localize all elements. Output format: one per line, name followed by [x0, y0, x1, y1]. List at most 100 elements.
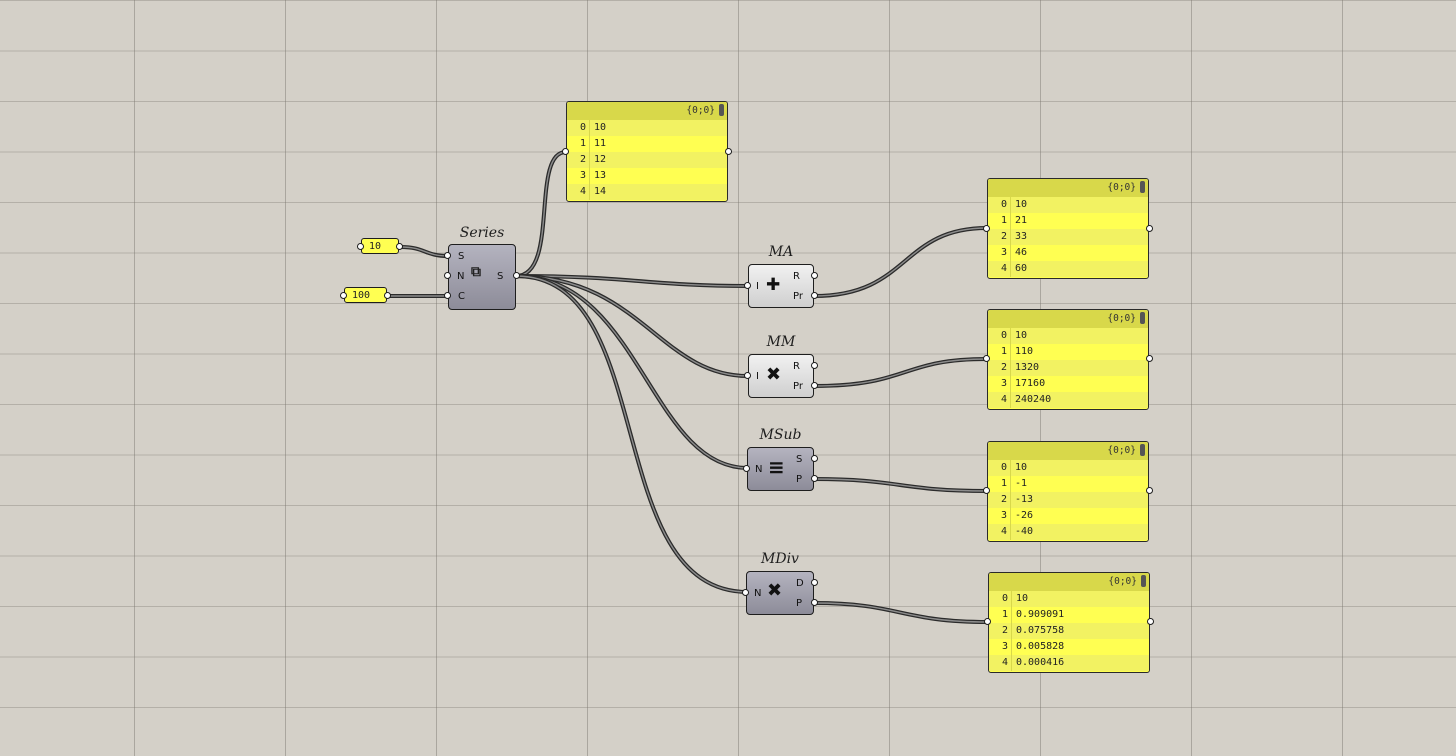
number-slider-start[interactable]: 10	[361, 238, 399, 254]
input-port-n[interactable]: N	[755, 464, 762, 475]
panel-output-grip[interactable]	[1147, 618, 1154, 625]
output-grip[interactable]	[811, 272, 818, 279]
wire-series-to-mm[interactable]	[515, 275, 749, 377]
input-port-n[interactable]: N	[754, 588, 761, 599]
wire-mdiv-to-panel[interactable]	[813, 602, 989, 623]
row-index: 3	[988, 508, 1011, 524]
mass-multiplication-component[interactable]: I R Pr ✖	[748, 354, 814, 398]
wire-outline	[813, 477, 988, 493]
panel-scrollbar[interactable]	[1141, 575, 1146, 587]
output-grip[interactable]	[811, 599, 818, 606]
list-item: 2 12	[567, 152, 727, 168]
series-component[interactable]: S N C S ⧉	[448, 244, 516, 310]
panel-output-grip[interactable]	[1146, 355, 1153, 362]
panel-scrollbar[interactable]	[1140, 312, 1145, 324]
mass-subtraction-component[interactable]: N S P ≡	[747, 447, 814, 491]
output-port-pr[interactable]: Pr	[793, 381, 803, 392]
output-grip[interactable]	[811, 475, 818, 482]
mdiv-title: MDiv	[761, 551, 799, 567]
row-value: 33	[1015, 231, 1028, 242]
panel-input-grip[interactable]	[983, 487, 990, 494]
wire-msub-to-panel[interactable]	[813, 478, 988, 492]
input-grip[interactable]	[444, 252, 451, 259]
output-port-pr[interactable]: Pr	[793, 291, 803, 302]
wires	[388, 150, 989, 624]
output-grip[interactable]	[811, 455, 818, 462]
input-port-i[interactable]: I	[756, 371, 759, 382]
panel-rows: 0 10 1 11 2 12 3 13 4 14	[567, 120, 727, 200]
row-value: 12	[594, 154, 607, 165]
row-index: 1	[988, 213, 1011, 229]
mass-addition-component[interactable]: I R Pr ✚	[748, 264, 814, 308]
panel-output-grip[interactable]	[1146, 225, 1153, 232]
mass-division-component[interactable]: N D P ✖	[746, 571, 814, 615]
panel-mdiv-output[interactable]: {0;0} 0 10 1 0.909091 2 0.075758 3 0.005828 …	[988, 572, 1150, 673]
input-grip[interactable]	[743, 465, 750, 472]
wire-ma-to-panel[interactable]	[813, 227, 988, 297]
output-port-p[interactable]: P	[796, 598, 802, 609]
input-grip[interactable]	[742, 589, 749, 596]
list-item: 1 0.909091	[989, 607, 1149, 623]
input-grip[interactable]	[444, 272, 451, 279]
row-index: 2	[989, 623, 1012, 639]
output-grip[interactable]	[811, 362, 818, 369]
input-port-i[interactable]: I	[756, 281, 759, 292]
input-grip[interactable]	[444, 292, 451, 299]
input-port-n[interactable]: N	[457, 271, 464, 282]
list-item: 0 10	[989, 591, 1149, 607]
panel-series-output[interactable]: {0;0} 0 10 1 11 2 12 3 13 4 14	[566, 101, 728, 202]
slider-grip[interactable]	[340, 292, 347, 299]
output-grip[interactable]	[811, 292, 818, 299]
list-item: 0 10	[988, 197, 1148, 213]
wire-mm-to-panel[interactable]	[813, 358, 988, 387]
wire-layer	[388, 150, 989, 624]
row-value: 13	[594, 170, 607, 181]
wire-outline	[813, 357, 988, 388]
wire-slider-start-to-series[interactable]	[400, 246, 449, 257]
row-value: -13	[1015, 494, 1034, 505]
row-index: 4	[989, 655, 1012, 671]
row-value: 14	[594, 186, 607, 197]
panel-mm-output[interactable]: {0;0} 0 10 1 110 2 1320 3 17160 4 240240	[987, 309, 1149, 410]
wire-outline	[515, 274, 749, 594]
list-item: 1 110	[988, 344, 1148, 360]
wire-series-to-ma[interactable]	[515, 275, 749, 287]
output-grip[interactable]	[513, 272, 520, 279]
list-item: 1 -1	[988, 476, 1148, 492]
output-port-d[interactable]: D	[796, 578, 804, 589]
panel-msub-output[interactable]: {0;0} 0 10 1 -1 2 -13 3 -26 4 -40	[987, 441, 1149, 542]
panel-input-grip[interactable]	[562, 148, 569, 155]
input-grip[interactable]	[744, 372, 751, 379]
slider-grip[interactable]	[357, 243, 364, 250]
wire-series-to-msub[interactable]	[515, 275, 749, 469]
panel-ma-output[interactable]: {0;0} 0 10 1 21 2 33 3 46 4 60	[987, 178, 1149, 279]
output-port-r[interactable]: R	[793, 361, 800, 372]
output-port-s[interactable]: S	[497, 271, 503, 282]
panel-scrollbar[interactable]	[1140, 181, 1145, 193]
slider-output-grip[interactable]	[384, 292, 391, 299]
panel-input-grip[interactable]	[983, 225, 990, 232]
number-slider-count[interactable]: 100	[344, 287, 387, 303]
output-port-p[interactable]: P	[796, 474, 802, 485]
panel-input-grip[interactable]	[984, 618, 991, 625]
row-value: 10	[594, 122, 607, 133]
panel-header: {0;0}	[988, 179, 1148, 197]
row-index: 3	[988, 245, 1011, 261]
input-port-c[interactable]: C	[458, 291, 465, 302]
input-grip[interactable]	[744, 282, 751, 289]
input-port-s[interactable]: S	[458, 251, 464, 262]
row-index: 4	[988, 261, 1011, 277]
panel-output-grip[interactable]	[725, 148, 732, 155]
wire-series-to-panel[interactable]	[515, 151, 567, 277]
wire-series-to-mdiv[interactable]	[515, 275, 749, 593]
row-index: 3	[989, 639, 1012, 655]
panel-scrollbar[interactable]	[1140, 444, 1145, 456]
output-grip[interactable]	[811, 579, 818, 586]
panel-input-grip[interactable]	[983, 355, 990, 362]
panel-scrollbar[interactable]	[719, 104, 724, 116]
output-grip[interactable]	[811, 382, 818, 389]
output-port-s[interactable]: S	[796, 454, 802, 465]
slider-output-grip[interactable]	[396, 243, 403, 250]
panel-output-grip[interactable]	[1146, 487, 1153, 494]
output-port-r[interactable]: R	[793, 271, 800, 282]
